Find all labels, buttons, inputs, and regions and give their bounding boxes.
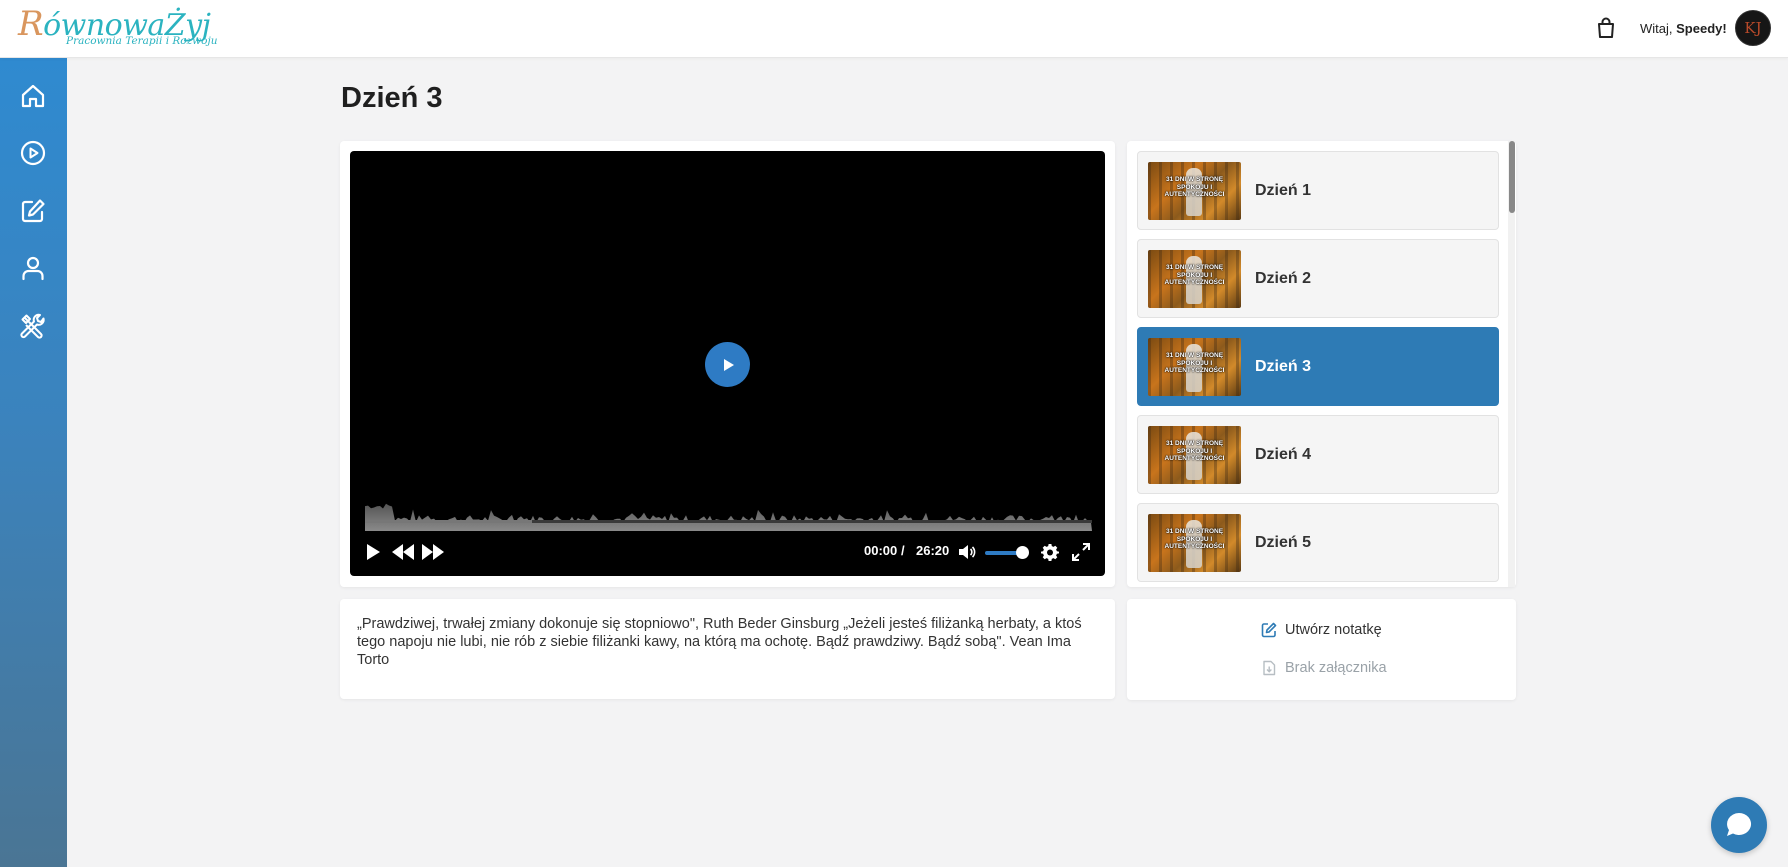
time-separator: / [901,543,905,558]
rewind-button[interactable] [391,542,415,562]
home-icon [21,84,45,108]
duration: 26:20 [916,543,950,558]
edit-icon [1261,622,1277,638]
description-text: „Prawdziwej, trwałej zmiany dokonuje się… [357,616,1082,668]
user-icon [22,256,44,281]
sidebar-item-notes[interactable] [17,195,49,227]
lesson-item-day-3[interactable]: 31 DNI W STRONĘ SPOKOJU I AUTENTYCZNOŚCI… [1137,327,1499,406]
video-card: 00:00 / 26:20 [340,141,1115,587]
cart-icon[interactable] [1596,17,1616,39]
file-download-icon [1263,660,1276,676]
logo-subtitle: Pracownia Terapii i Rozwoju [66,35,218,47]
play-icon [367,544,380,560]
lesson-label: Dzień 5 [1255,534,1312,551]
rewind-icon [392,544,414,560]
logo[interactable]: RównowaŻyj Pracownia Terapii i Rozwoju [16,4,218,52]
user-greeting: Witaj, Speedy! [1640,21,1727,36]
sidebar-item-videos[interactable] [17,137,49,169]
big-play-button[interactable] [705,342,750,387]
notes-card: Utwórz notatkę Brak załącznika [1127,599,1516,700]
lesson-thumbnail: 31 DNI W STRONĘ SPOKOJU I AUTENTYCZNOŚCI [1148,162,1241,220]
user-name: Speedy! [1676,21,1727,36]
lesson-item-day-4[interactable]: 31 DNI W STRONĘ SPOKOJU I AUTENTYCZNOŚCI… [1137,415,1499,494]
lesson-thumbnail: 31 DNI W STRONĘ SPOKOJU I AUTENTYCZNOŚCI [1148,514,1241,572]
lesson-item-day-1[interactable]: 31 DNI W STRONĘ SPOKOJU I AUTENTYCZNOŚCI… [1137,151,1499,230]
fast-forward-button[interactable] [421,542,445,562]
lesson-item-day-2[interactable]: 31 DNI W STRONĘ SPOKOJU I AUTENTYCZNOŚCI… [1137,239,1499,318]
lesson-list-scroll-thumb[interactable] [1509,141,1515,213]
lesson-label: Dzień 2 [1255,270,1312,287]
play-icon [723,358,734,371]
sidebar-item-profile[interactable] [17,252,49,284]
create-note-button[interactable]: Utwórz notatkę [1261,622,1382,638]
lesson-label: Dzień 1 [1255,182,1312,199]
attachment-status: Brak załącznika [1261,660,1387,676]
video-player[interactable]: 00:00 / 26:20 [350,151,1105,576]
lesson-label: Dzień 3 [1255,358,1312,375]
volume-icon [959,545,976,559]
top-bar: RównowaŻyj Pracownia Terapii i Rozwoju W… [0,0,1788,58]
settings-button[interactable] [1041,543,1059,561]
gear-icon [1041,544,1059,561]
edit-icon [21,199,45,223]
chat-bubble-icon [1727,812,1752,836]
avatar[interactable]: KJ [1735,10,1771,46]
fast-forward-icon [422,544,444,560]
audio-waveform [365,503,1092,531]
lesson-thumbnail: 31 DNI W STRONĘ SPOKOJU I AUTENTYCZNOŚCI [1148,426,1241,484]
progress-buffered [365,520,532,523]
sidebar [0,58,67,867]
lesson-item-day-5[interactable]: 31 DNI W STRONĘ SPOKOJU I AUTENTYCZNOŚCI… [1137,503,1499,582]
no-attachment-label: Brak załącznika [1285,660,1387,676]
fullscreen-button[interactable] [1072,543,1090,561]
fullscreen-icon [1072,543,1090,561]
sidebar-item-tools[interactable] [17,310,49,342]
lesson-description: „Prawdziwej, trwałej zmiany dokonuje się… [340,599,1115,699]
sidebar-item-home[interactable] [17,80,49,112]
chat-button[interactable] [1711,797,1767,853]
play-circle-icon [20,140,46,166]
mute-button[interactable] [957,543,977,561]
play-button[interactable] [364,542,382,562]
tools-icon [20,313,45,339]
page-title: Dzień 3 [341,82,443,114]
lesson-list: 31 DNI W STRONĘ SPOKOJU I AUTENTYCZNOŚCI… [1127,141,1516,587]
lesson-thumbnail: 31 DNI W STRONĘ SPOKOJU I AUTENTYCZNOŚCI [1148,338,1241,396]
volume-slider-handle[interactable] [1016,546,1029,559]
create-note-label: Utwórz notatkę [1285,622,1382,638]
current-time: 00:00 [864,543,898,558]
lesson-thumbnail: 31 DNI W STRONĘ SPOKOJU I AUTENTYCZNOŚCI [1148,250,1241,308]
lesson-label: Dzień 4 [1255,446,1312,463]
